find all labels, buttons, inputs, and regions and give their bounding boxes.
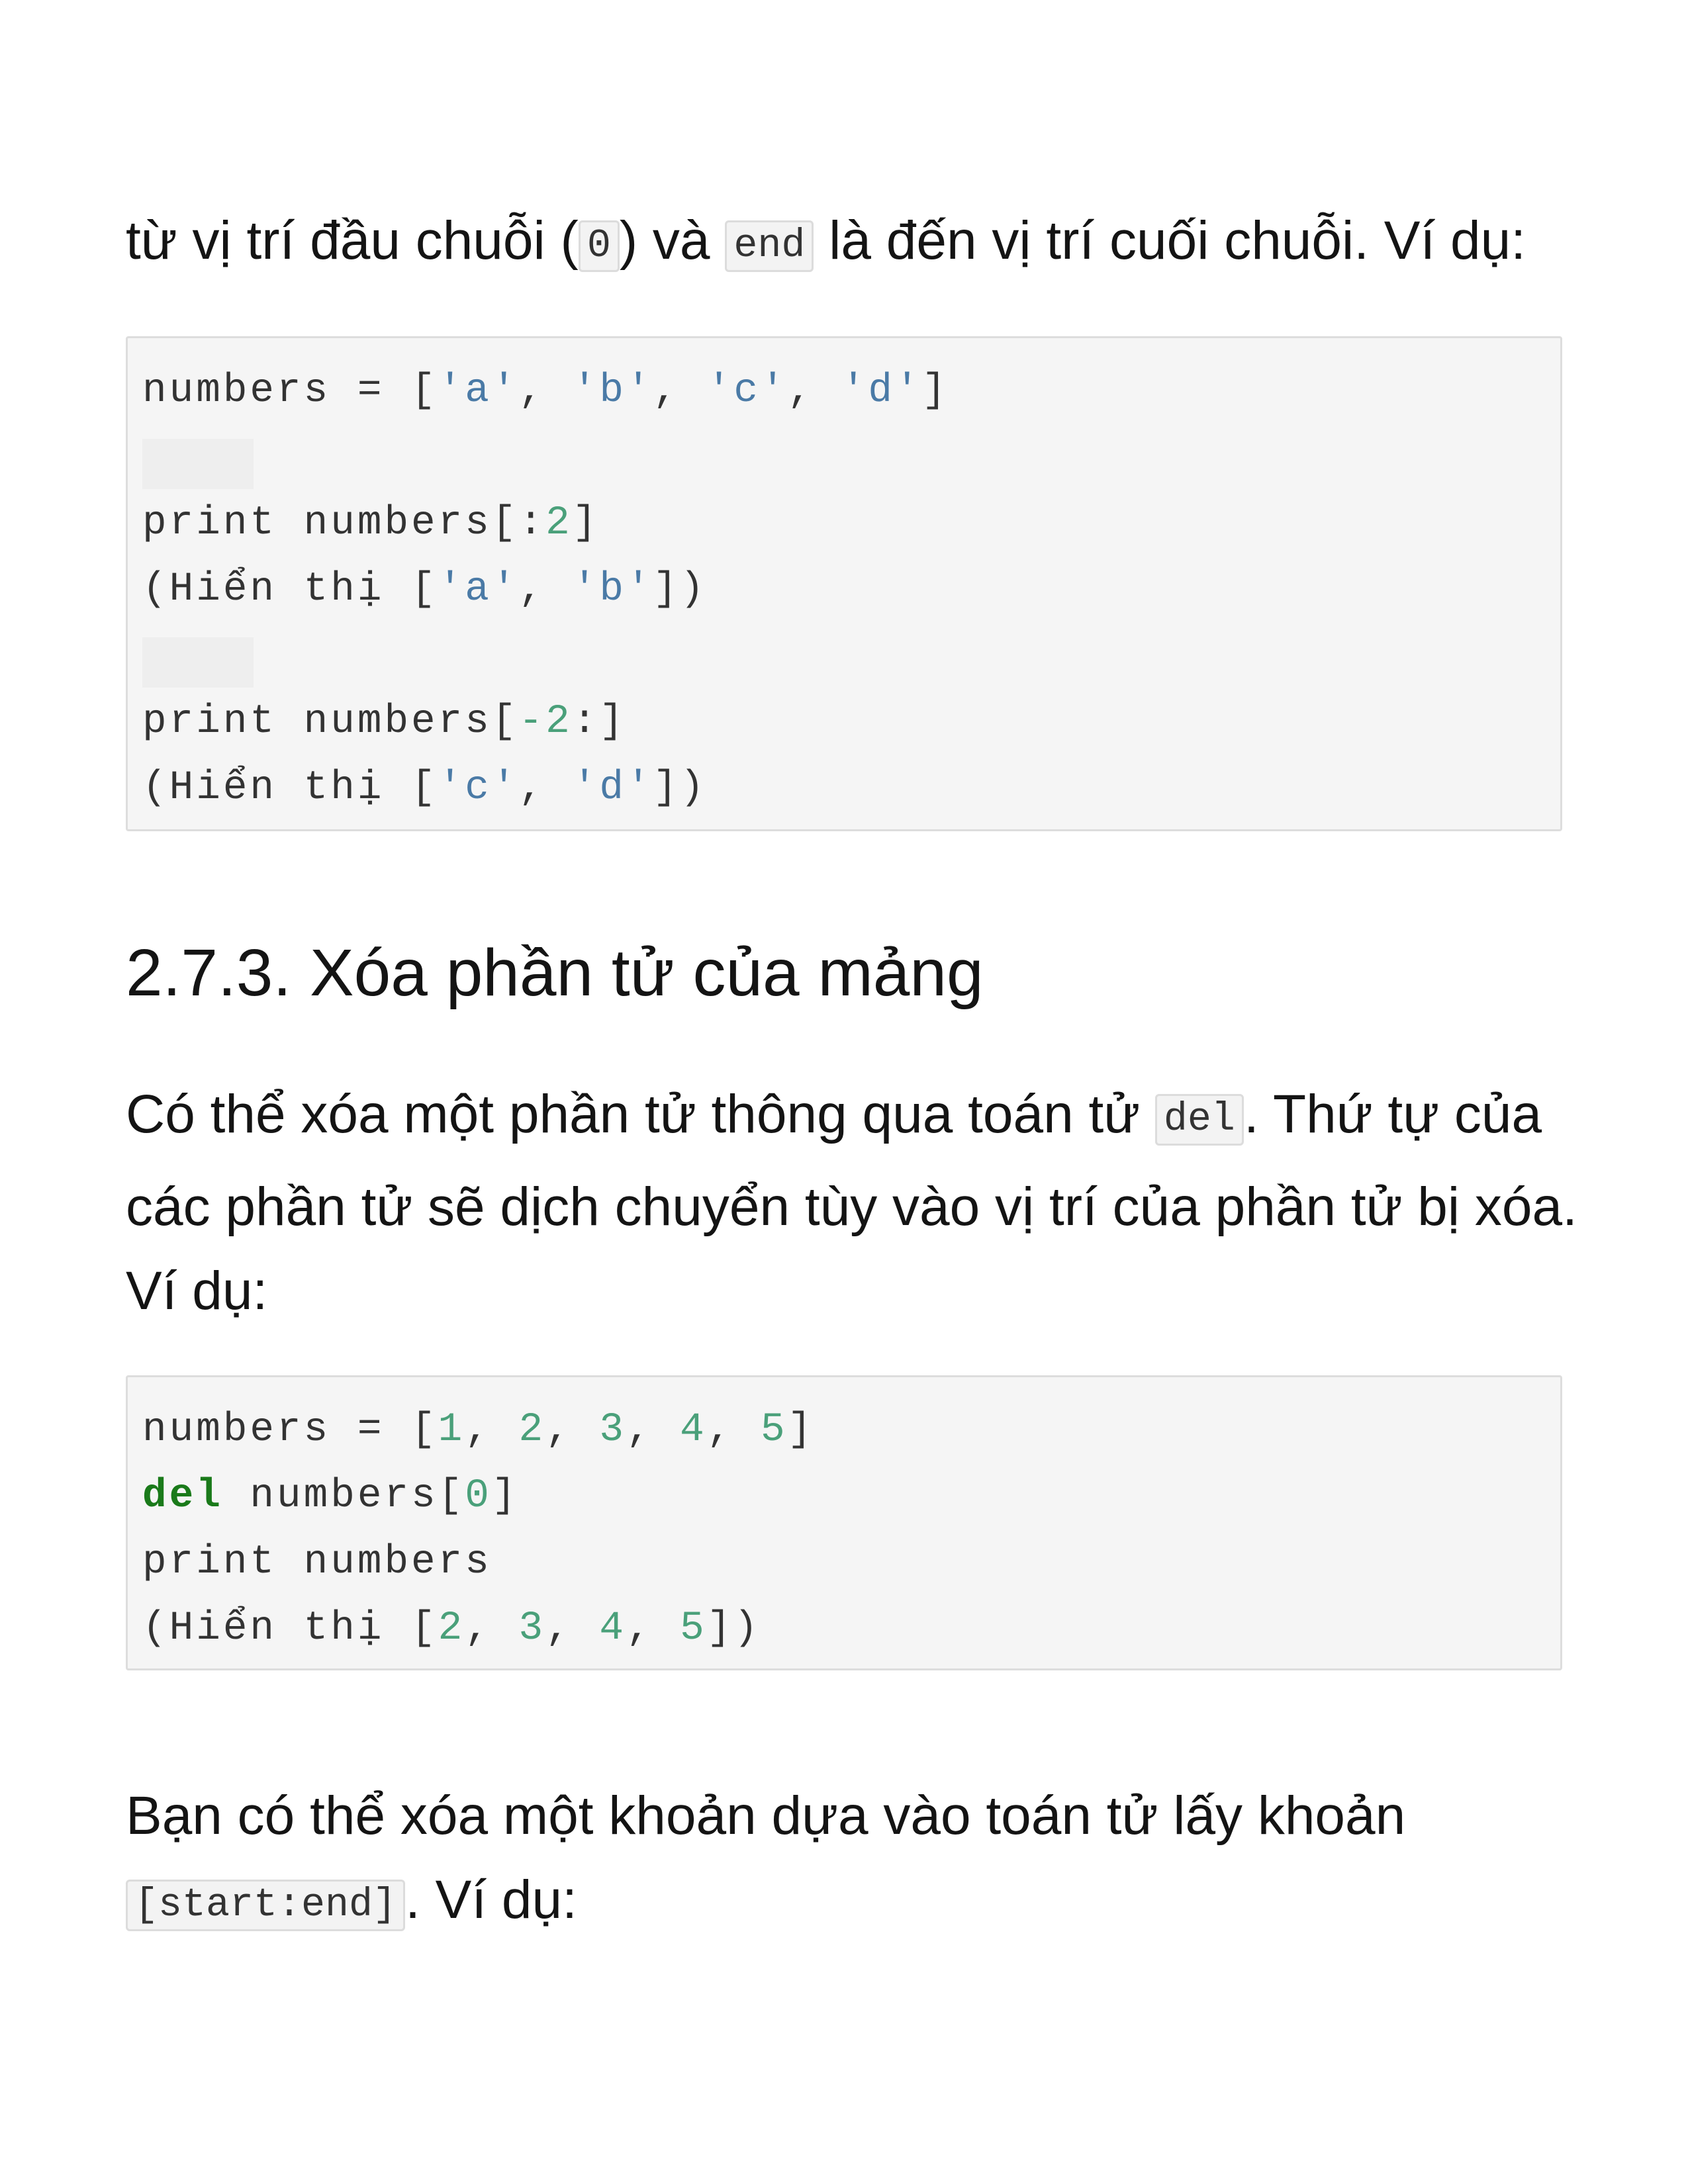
code-line: print numbers[-2:] — [142, 689, 1560, 755]
number-token: 3 — [599, 1407, 626, 1453]
code-token: ] — [491, 1473, 519, 1519]
inline-code-end: end — [725, 220, 814, 272]
string-token: 'b' — [572, 368, 653, 414]
code-token: , — [626, 1606, 680, 1651]
string-token: 'a' — [438, 567, 519, 612]
number-token: 2 — [518, 1407, 546, 1453]
code-token: , — [653, 368, 707, 414]
number-token: 4 — [599, 1606, 626, 1651]
code-block-slicing: numbers = ['a', 'b', 'c', 'd'] print num… — [126, 336, 1562, 831]
string-token: 'c' — [438, 765, 519, 811]
string-token: 'd' — [572, 765, 653, 811]
number-token: 3 — [518, 1606, 546, 1651]
code-token: (Hiển thị [ — [142, 765, 438, 811]
code-token: , — [518, 567, 573, 612]
code-token: print numbers[: — [142, 500, 546, 546]
code-token: ]) — [653, 567, 707, 612]
code-token: print numbers — [142, 1539, 492, 1585]
code-line: (Hiển thị ['c', 'd']) — [142, 755, 1560, 821]
code-token: print numbers[ — [142, 699, 519, 745]
number-token: 2 — [438, 1606, 465, 1651]
section-heading: 2.7.3. Xóa phần tử của mảng — [126, 936, 984, 1010]
code-token: :] — [572, 699, 626, 745]
code-line: numbers = ['a', 'b', 'c', 'd'] — [142, 358, 1560, 424]
code-token: , — [787, 368, 841, 414]
intro-text-1: từ vị trí đầu chuỗi ( — [126, 210, 579, 271]
inline-code-start-end: [start:end] — [126, 1880, 406, 1931]
code-line: (Hiển thị [2, 3, 4, 5]) — [142, 1596, 1560, 1662]
intro-paragraph: từ vị trí đầu chuỗi (0) và end là đến vị… — [126, 199, 1582, 291]
code-token: , — [518, 368, 573, 414]
code-block-delete: numbers = [1, 2, 3, 4, 5] del numbers[0]… — [126, 1375, 1562, 1670]
string-token: 'b' — [572, 567, 653, 612]
code-token: numbers = [ — [142, 368, 438, 414]
code-line: del numbers[0] — [142, 1463, 1560, 1529]
slice-delete-paragraph: Bạn có thể xóa một khoản dựa vào toán tử… — [126, 1774, 1582, 1950]
code-token: ] — [787, 1407, 815, 1453]
code-token: , — [518, 765, 573, 811]
code-token: , — [545, 1407, 600, 1453]
code-token: ] — [572, 500, 600, 546]
code-token: , — [626, 1407, 680, 1453]
code-token: numbers = [ — [142, 1407, 438, 1453]
code-token: , — [465, 1606, 519, 1651]
number-token: 1 — [438, 1407, 465, 1453]
code-blank-line — [142, 623, 1560, 689]
code-token: , — [706, 1407, 761, 1453]
string-token: 'd' — [841, 368, 922, 414]
code-line: numbers = [1, 2, 3, 4, 5] — [142, 1397, 1560, 1463]
code-token: ] — [921, 368, 949, 414]
number-token: 2 — [545, 500, 573, 546]
number-token: 5 — [760, 1407, 788, 1453]
code-line: print numbers[:2] — [142, 490, 1560, 557]
number-token: 0 — [465, 1473, 492, 1519]
slice-text-2: . Ví dụ: — [405, 1870, 577, 1930]
inline-code-zero: 0 — [578, 220, 620, 272]
number-token: 5 — [680, 1606, 707, 1651]
intro-text-2: ) và — [619, 210, 726, 271]
number-token: 4 — [680, 1407, 707, 1453]
string-token: 'a' — [438, 368, 519, 414]
code-blank-line — [142, 424, 1560, 490]
code-line: (Hiển thị ['a', 'b']) — [142, 557, 1560, 623]
delete-paragraph: Có thể xóa một phần tử thông qua toán tử… — [126, 1072, 1582, 1333]
slice-text-1: Bạn có thể xóa một khoản dựa vào toán tử… — [126, 1786, 1406, 1846]
code-token: (Hiển thị [ — [142, 567, 438, 612]
keyword-token: del — [142, 1473, 223, 1519]
intro-text-3: là đến vị trí cuối chuỗi. Ví dụ: — [814, 210, 1526, 271]
code-line: print numbers — [142, 1529, 1560, 1596]
number-token: -2 — [518, 699, 573, 745]
code-token: (Hiển thị [ — [142, 1606, 438, 1651]
code-token: numbers[ — [222, 1473, 465, 1519]
code-token: , — [545, 1606, 600, 1651]
string-token: 'c' — [706, 368, 788, 414]
inline-code-del: del — [1154, 1094, 1244, 1146]
code-token: , — [465, 1407, 519, 1453]
delete-text-1: Có thể xóa một phần tử thông qua toán tử — [126, 1084, 1155, 1144]
code-token: ]) — [706, 1606, 761, 1651]
code-token: ]) — [653, 765, 707, 811]
